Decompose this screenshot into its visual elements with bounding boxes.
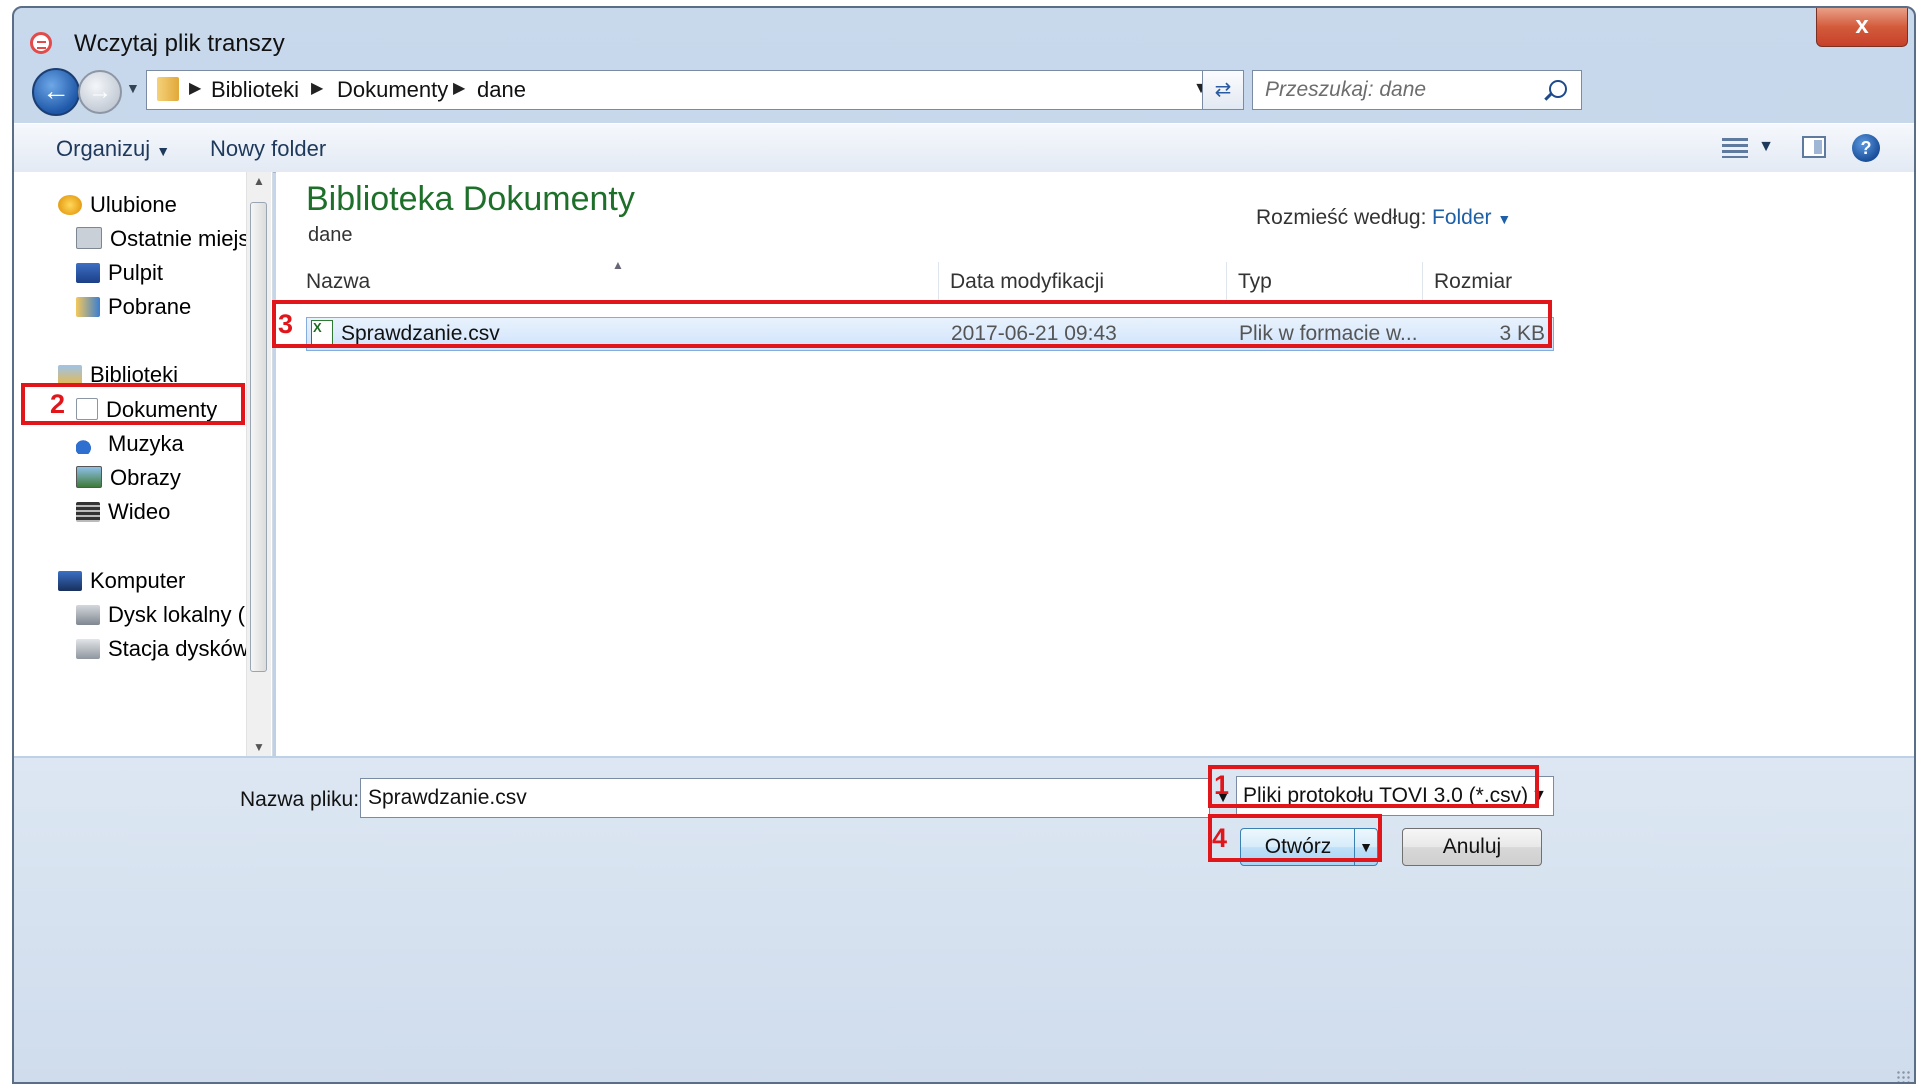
nav-video[interactable]: Wideo [76,499,170,525]
cancel-button[interactable]: Anuluj [1402,828,1542,866]
filename-input[interactable] [366,785,1170,811]
open-file-dialog: Wczytaj plik transzy x ← → ▼ ▶ Bibliotek… [12,6,1916,1084]
close-button[interactable]: x [1816,8,1908,47]
recent-places-icon [76,227,102,249]
nav-label: Muzyka [108,431,184,456]
title-bar: Wczytaj plik transzy x [14,8,1914,76]
nav-music[interactable]: Muzyka [76,431,184,457]
refresh-button[interactable]: ⇄ [1202,70,1244,110]
nav-pictures[interactable]: Obrazy [76,465,181,491]
column-header-size[interactable]: Rozmiar [1434,270,1512,294]
breadcrumb-biblioteki[interactable]: Biblioteki [211,77,299,103]
address-bar[interactable]: ▶ Biblioteki ▶ Dokumenty ▶ dane ▼ [146,70,1226,110]
nav-label: Wideo [108,499,171,524]
callout-box-3 [272,300,1552,348]
help-icon[interactable]: ? [1852,134,1880,162]
new-folder-button[interactable]: Nowy folder [210,136,326,162]
breadcrumb-dokumenty[interactable]: Dokumenty [337,77,448,103]
nav-label: Ulubione [90,192,177,217]
chevron-down-icon: ▼ [1497,211,1512,227]
libraries-icon [58,365,82,385]
callout-box-1 [1208,765,1539,808]
search-box[interactable] [1252,70,1582,110]
arrange-by-dropdown[interactable]: Folder ▼ [1432,206,1511,230]
app-icon [30,32,52,54]
column-header-name[interactable]: Nazwa [306,270,370,294]
breadcrumb-separator-icon[interactable]: ▶ [453,78,465,98]
library-subtitle: dane [308,224,353,246]
nav-label: Komputer [90,568,186,593]
column-divider[interactable] [1226,262,1227,300]
search-icon[interactable] [1549,80,1567,98]
preview-pane-icon[interactable] [1802,136,1826,158]
nav-favorites[interactable]: Ulubione [58,192,177,218]
library-title: Biblioteka Dokumenty [306,180,635,218]
pictures-icon [76,466,102,488]
chevron-down-icon: ▼ [156,143,171,159]
callout-number-3: 3 [278,309,294,339]
filename-field[interactable]: ▼ [360,778,1231,818]
callout-number-2: 2 [50,389,66,419]
nav-label: Stacja dysków C [108,636,246,661]
callout-number-1: 1 [1214,770,1230,800]
column-divider[interactable] [1422,262,1423,300]
sort-ascending-icon: ▲ [612,258,624,272]
chevron-down-icon[interactable]: ▼ [1758,138,1774,156]
dialog-footer: Nazwa pliku: ▼ Pliki protokołu TOVI 3.0 … [14,758,1914,1082]
scroll-down-icon[interactable]: ▼ [253,740,265,754]
organize-button[interactable]: Organizuj ▼ [56,136,170,162]
breadcrumb-separator-icon[interactable]: ▶ [189,78,201,98]
nav-computer[interactable]: Komputer [58,568,185,594]
arrange-by-label: Rozmieść według: [1256,206,1427,229]
nav-recent[interactable]: Ostatnie miejsca [76,226,246,252]
nav-label: Obrazy [110,465,181,490]
filename-label: Nazwa pliku: [240,788,360,811]
star-icon [58,195,82,215]
navigation-pane: Ulubione Ostatnie miejsca Pulpit Pobrane… [14,172,273,756]
folder-icon [157,77,179,101]
nav-local-disk[interactable]: Dysk lokalny (C: [76,602,246,628]
music-icon [76,434,100,454]
forward-button[interactable]: → [78,70,122,114]
scroll-up-icon[interactable]: ▲ [253,174,265,188]
breadcrumb-dane[interactable]: dane [477,77,526,103]
view-options-icon[interactable] [1722,138,1748,158]
back-button[interactable]: ← [32,68,80,116]
nav-downloads[interactable]: Pobrane [76,294,191,320]
arrange-by-value: Folder [1432,206,1492,229]
column-header-date[interactable]: Data modyfikacji [950,270,1104,294]
column-header-type[interactable]: Typ [1238,270,1272,294]
breadcrumb-separator-icon[interactable]: ▶ [311,78,323,98]
nav-label: Ostatnie miejsca [110,226,246,251]
callout-box-4 [1208,814,1382,862]
hard-drive-icon [76,605,100,625]
window-title: Wczytaj plik transzy [74,30,285,57]
nav-label: Pobrane [108,294,192,319]
downloads-icon [76,297,100,317]
dvd-drive-icon [76,639,100,659]
callout-number-4: 4 [1212,823,1228,853]
video-icon [76,502,100,522]
nav-label: Dysk lokalny (C: [108,602,246,627]
organize-label: Organizuj [56,136,151,161]
nav-desktop[interactable]: Pulpit [76,260,163,286]
scrollbar-thumb[interactable] [250,202,267,672]
nav-label: Pulpit [108,260,164,285]
resize-grip-icon[interactable] [1896,1070,1910,1082]
file-list-area: Biblioteka Dokumenty dane Rozmieść wedłu… [276,172,1914,756]
desktop-icon [76,263,100,283]
computer-icon [58,571,82,591]
history-dropdown-icon[interactable]: ▼ [126,80,140,96]
search-input[interactable] [1263,77,1537,103]
nav-dvd-drive[interactable]: Stacja dysków C [76,636,246,662]
nav-scrollbar[interactable]: ▲ ▼ [246,172,271,756]
column-divider[interactable] [938,262,939,300]
command-bar: Organizuj ▼ Nowy folder ▼ ? [14,123,1914,173]
